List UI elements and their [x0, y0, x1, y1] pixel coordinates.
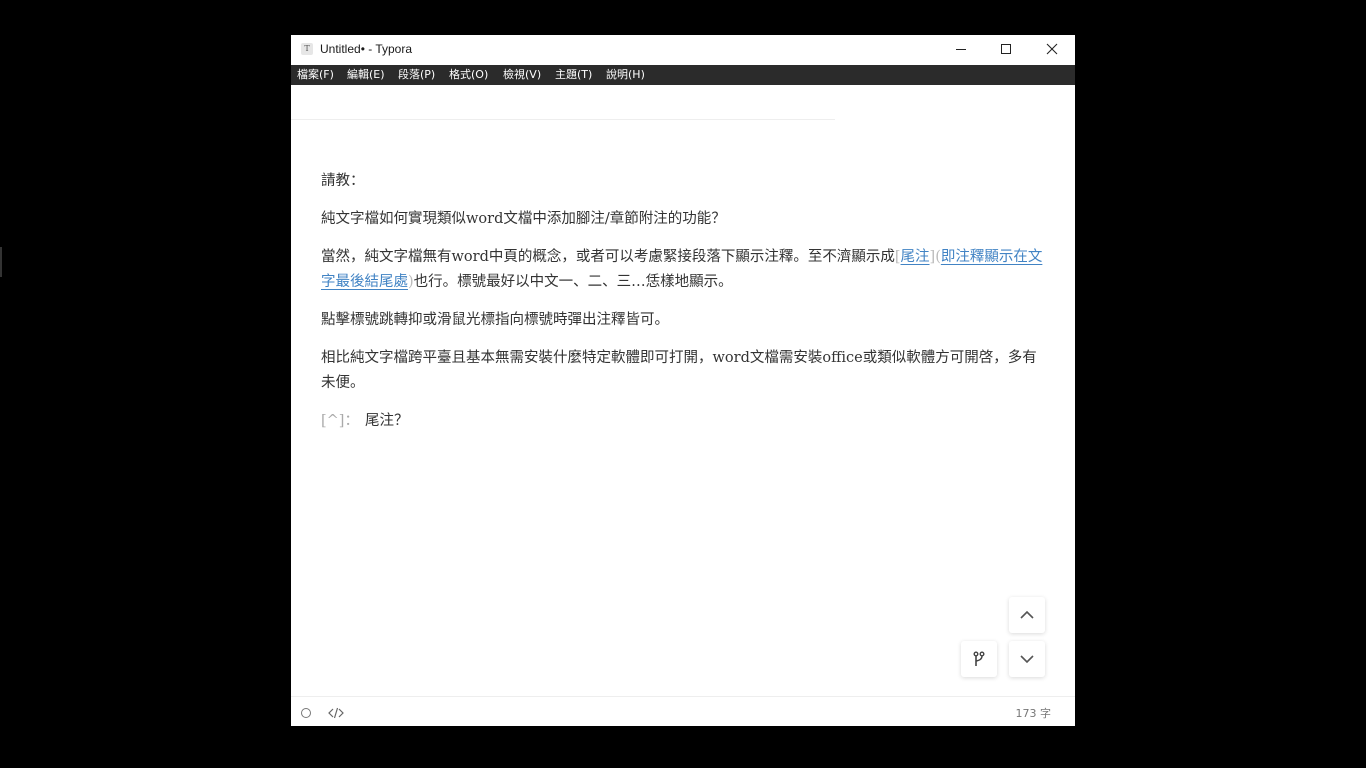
typora-app-icon: T	[301, 43, 313, 55]
maximize-button[interactable]	[983, 35, 1029, 64]
status-bar: 173 字	[291, 696, 1075, 726]
link-bracket-mid: ](	[929, 249, 941, 265]
footnote-marker: [^]：	[321, 413, 359, 429]
source-mode-button[interactable]	[328, 705, 344, 724]
header-divider	[291, 119, 835, 120]
paragraph-4[interactable]: 點擊標號跳轉抑或滑鼠光標指向標號時彈出注釋皆可。	[321, 308, 1045, 333]
chevron-down-icon	[1020, 655, 1034, 664]
minimize-icon	[956, 49, 966, 50]
footnote-definition[interactable]: [^]： 尾注？	[321, 409, 1045, 434]
menu-paragraph[interactable]: 段落(P)	[398, 68, 435, 82]
maximize-icon	[1001, 44, 1011, 54]
typora-window: T Untitled• - Typora 檔案(F) 編輯(E) 段落(P) 格…	[291, 35, 1075, 726]
paragraph-3-tail: 也行。標號最好以中文一、二、三…恁樣地顯示。	[413, 274, 733, 290]
editor-area[interactable]: 請教： 純文字檔如何實現類似word文檔中添加腳注/章節附注的功能？ 當然，純文…	[291, 85, 1075, 696]
menu-view[interactable]: 檢視(V)	[503, 68, 541, 82]
menu-format[interactable]: 格式(O)	[449, 68, 488, 82]
paragraph-3[interactable]: 當然，純文字檔無有word中頁的概念，或者可以考慮緊接段落下顯示注釋。至不濟顯示…	[321, 245, 1045, 295]
scroll-down-button[interactable]	[1009, 641, 1045, 677]
menu-edit[interactable]: 編輯(E)	[347, 68, 385, 82]
menu-help[interactable]: 說明(H)	[606, 68, 645, 82]
scroll-up-button[interactable]	[1009, 597, 1045, 633]
paragraph-2[interactable]: 純文字檔如何實現類似word文檔中添加腳注/章節附注的功能？	[321, 207, 1045, 232]
document-content[interactable]: 請教： 純文字檔如何實現類似word文檔中添加腳注/章節附注的功能？ 當然，純文…	[321, 169, 1045, 434]
code-icon	[328, 707, 344, 719]
link-text-endnote[interactable]: 尾注	[901, 249, 930, 265]
word-count[interactable]: 173 字	[1016, 705, 1052, 721]
sidebar-toggle-icon[interactable]	[301, 708, 311, 718]
menu-theme[interactable]: 主題(T)	[555, 68, 592, 82]
menu-file[interactable]: 檔案(F)	[297, 68, 334, 82]
paragraph-1[interactable]: 請教：	[321, 169, 1045, 194]
chevron-up-icon	[1020, 610, 1034, 619]
title-bar[interactable]: T Untitled• - Typora	[291, 35, 1075, 65]
paragraph-3-text: 當然，純文字檔無有word中頁的概念，或者可以考慮緊接段落下顯示注釋。至不濟顯示…	[321, 249, 895, 265]
git-branch-button[interactable]	[961, 641, 997, 677]
paragraph-5[interactable]: 相比純文字檔跨平臺且基本無需安裝什麼特定軟體即可打開，word文檔需安裝offi…	[321, 346, 1045, 396]
menu-bar: 檔案(F) 編輯(E) 段落(P) 格式(O) 檢視(V) 主題(T) 說明(H…	[291, 65, 1075, 85]
close-button[interactable]	[1029, 35, 1075, 64]
git-branch-icon	[973, 651, 985, 666]
footnote-text: 尾注？	[364, 413, 409, 429]
background-edge	[0, 247, 2, 277]
close-icon	[1046, 43, 1058, 55]
window-title: Untitled• - Typora	[320, 42, 413, 56]
minimize-button[interactable]	[938, 35, 984, 64]
